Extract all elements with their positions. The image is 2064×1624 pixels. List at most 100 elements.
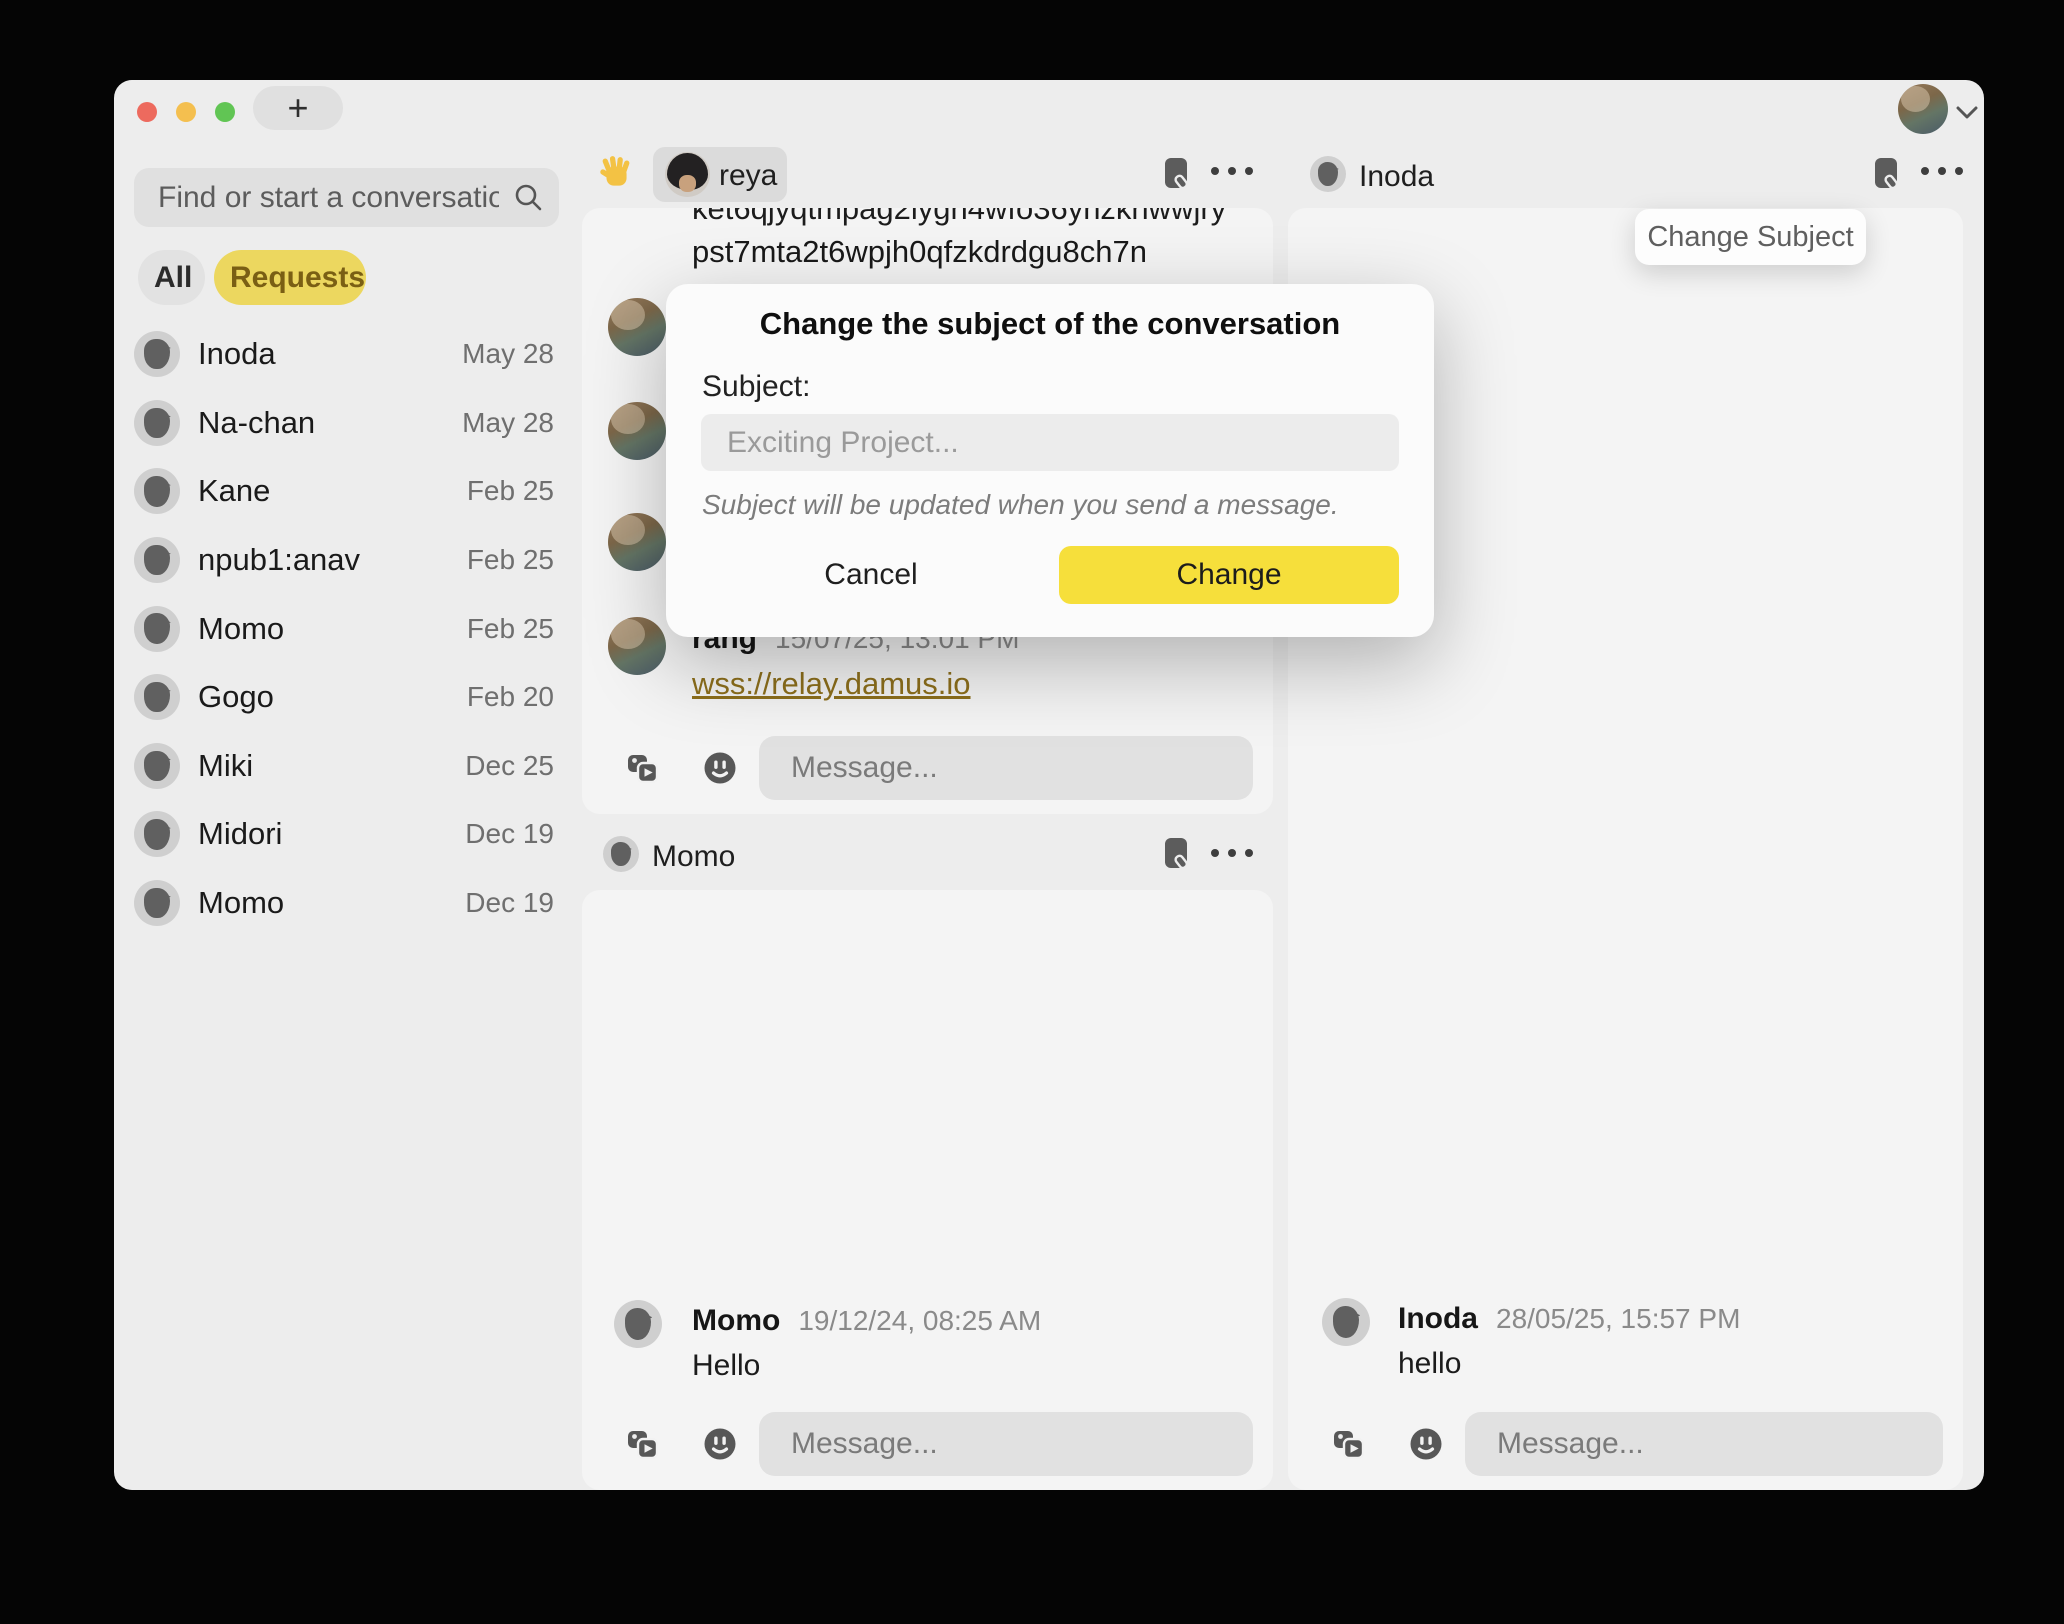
- contact-name: npub1:anav: [198, 542, 467, 578]
- conversation-row[interactable]: Na-chan May 28: [134, 389, 554, 458]
- change-subject-button[interactable]: [1872, 156, 1902, 192]
- app-window: + All Requests Inoda May 28 Na-chan Ma: [114, 80, 1984, 1490]
- message-text: Hello: [692, 1349, 760, 1383]
- change-subject-button[interactable]: [1162, 156, 1192, 192]
- change-subject-tooltip: Change Subject: [1635, 209, 1866, 265]
- clipped-message-line: ket6qjyqtmpag2lygh4wfo36yhzkhwwjry: [692, 208, 1232, 227]
- conversation-row[interactable]: Kane Feb 25: [134, 457, 554, 526]
- contact-name: Miki: [198, 748, 465, 784]
- message-author: Momo: [692, 1304, 780, 1338]
- conversation-row[interactable]: Momo Dec 19: [134, 869, 554, 938]
- emoji-button[interactable]: [1409, 1427, 1443, 1461]
- conversation-row[interactable]: Inoda May 28: [134, 320, 554, 389]
- chat-panel-momo: Momo 19/12/24, 08:25 AM Hello: [582, 890, 1273, 1490]
- minimize-window-button[interactable]: [176, 102, 196, 122]
- change-subject-button[interactable]: [1162, 836, 1192, 872]
- subject-label: Subject:: [702, 370, 810, 404]
- contact-name: Kane: [198, 473, 467, 509]
- subject-input[interactable]: [701, 414, 1399, 471]
- contact-name: Na-chan: [198, 405, 462, 441]
- filter-all-button[interactable]: All: [138, 250, 205, 305]
- contact-avatar: [134, 400, 180, 446]
- attach-media-button[interactable]: [1331, 1426, 1367, 1462]
- contact-name: Midori: [198, 816, 465, 852]
- conversation-row[interactable]: npub1:anav Feb 25: [134, 526, 554, 595]
- change-subject-dialog: Change the subject of the conversation S…: [666, 284, 1434, 637]
- message-composer: [1331, 1412, 1943, 1476]
- desktop-background: + All Requests Inoda May 28 Na-chan Ma: [0, 0, 2064, 1624]
- contact-avatar: [134, 537, 180, 583]
- dialog-note: Subject will be updated when you send a …: [702, 489, 1339, 521]
- conversation-date: Feb 20: [467, 681, 554, 713]
- conversation-row[interactable]: Momo Feb 25: [134, 594, 554, 663]
- message-avatar: [608, 298, 666, 356]
- chat-title: Inoda: [1359, 160, 1434, 194]
- close-window-button[interactable]: [137, 102, 157, 122]
- chat-title-pill[interactable]: reya: [653, 147, 787, 202]
- message-avatar: [1322, 1298, 1370, 1346]
- conversation-date: Dec 19: [465, 818, 554, 850]
- contact-name: Gogo: [198, 679, 467, 715]
- conversation-list: Inoda May 28 Na-chan May 28 Kane Feb 25 …: [134, 320, 554, 937]
- chevron-down-icon[interactable]: [1956, 106, 1978, 125]
- more-options-button[interactable]: [1920, 166, 1964, 176]
- chat-title: Momo: [652, 840, 735, 874]
- dialog-title: Change the subject of the conversation: [666, 306, 1434, 342]
- message-composer: [625, 736, 1253, 800]
- message-input[interactable]: [759, 736, 1253, 800]
- message-input[interactable]: [1465, 1412, 1943, 1476]
- contact-avatar: [134, 468, 180, 514]
- conversation-date: Dec 25: [465, 750, 554, 782]
- conversation-date: Feb 25: [467, 613, 554, 645]
- contact-name: Momo: [198, 611, 467, 647]
- chat-title: reya: [719, 159, 777, 193]
- chat-avatar: [665, 152, 710, 197]
- conversation-date: Feb 25: [467, 544, 554, 576]
- message-avatar: [614, 1300, 662, 1348]
- contact-name: Momo: [198, 885, 465, 921]
- relay-link[interactable]: wss://relay.damus.io: [692, 666, 971, 702]
- wave-emoji: [597, 155, 635, 193]
- chat-avatar: [603, 836, 639, 872]
- conversation-date: Feb 25: [467, 475, 554, 507]
- contact-avatar: [134, 811, 180, 857]
- conversation-date: May 28: [462, 338, 554, 370]
- conversation-row[interactable]: Gogo Feb 20: [134, 663, 554, 732]
- message-timestamp: 28/05/25, 15:57 PM: [1496, 1303, 1740, 1335]
- emoji-button[interactable]: [703, 1427, 737, 1461]
- message-avatar: [608, 617, 666, 675]
- contact-avatar: [134, 331, 180, 377]
- conversation-date: Dec 19: [465, 887, 554, 919]
- more-options-button[interactable]: [1210, 166, 1254, 176]
- message-author: Inoda: [1398, 1302, 1478, 1336]
- account-avatar[interactable]: [1898, 84, 1948, 134]
- search-input[interactable]: [134, 168, 559, 227]
- message-avatar: [608, 402, 666, 460]
- contact-avatar: [134, 880, 180, 926]
- conversation-date: May 28: [462, 407, 554, 439]
- message-input[interactable]: [759, 1412, 1253, 1476]
- zoom-window-button[interactable]: [215, 102, 235, 122]
- cancel-button[interactable]: Cancel: [786, 546, 956, 604]
- message-avatar: [608, 513, 666, 571]
- emoji-button[interactable]: [703, 751, 737, 785]
- contact-avatar: [134, 606, 180, 652]
- conversation-search: [134, 168, 559, 227]
- conversation-row[interactable]: Midori Dec 19: [134, 800, 554, 869]
- npub-message-line: pst7mta2t6wpjh0qfzkdrdgu8ch7n: [692, 234, 1147, 270]
- attach-media-button[interactable]: [625, 750, 661, 786]
- message-text: hello: [1398, 1347, 1461, 1381]
- conversation-row[interactable]: Miki Dec 25: [134, 732, 554, 801]
- contact-avatar: [134, 674, 180, 720]
- search-icon: [513, 182, 543, 212]
- change-button[interactable]: Change: [1059, 546, 1399, 604]
- contact-name: Inoda: [198, 336, 462, 372]
- chat-avatar: [1310, 156, 1346, 192]
- more-options-button[interactable]: [1210, 848, 1254, 858]
- filter-requests-button[interactable]: Requests: [214, 250, 366, 305]
- message-timestamp: 19/12/24, 08:25 AM: [798, 1305, 1041, 1337]
- new-tab-button[interactable]: +: [253, 86, 343, 130]
- attach-media-button[interactable]: [625, 1426, 661, 1462]
- contact-avatar: [134, 743, 180, 789]
- message-composer: [625, 1412, 1253, 1476]
